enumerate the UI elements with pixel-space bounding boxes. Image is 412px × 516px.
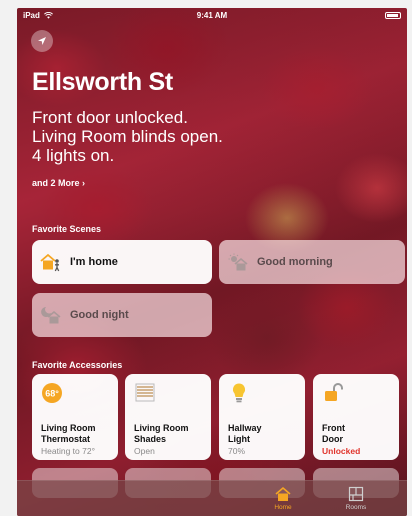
status-bar: iPad 9:41 AM: [17, 8, 407, 24]
accessory-name-line: Front: [322, 423, 345, 433]
accessory-state: Unlocked: [322, 446, 361, 456]
accessory-name-line: Living Room: [41, 423, 96, 433]
shades-icon: [135, 383, 155, 402]
accessory-name-line: Shades: [134, 434, 167, 444]
tab-label: Rooms: [345, 504, 367, 511]
accessory-state: 70%: [228, 446, 246, 456]
scene-label: I'm home: [70, 256, 118, 268]
rooms-tab-icon: [348, 486, 364, 502]
accessory-tile-front-door[interactable]: Front Door Unlocked: [313, 374, 399, 460]
accessory-name-line: Living Room: [134, 423, 189, 433]
location-arrow-icon: [38, 37, 46, 45]
summary-line: 4 lights on.: [32, 146, 115, 165]
accessory-name-line: Hallway: [228, 423, 262, 433]
tab-label: Home: [274, 504, 292, 511]
scene-label: Good night: [70, 309, 129, 321]
favorite-accessories-heading: Favorite Accessories: [32, 360, 123, 370]
accessory-name-line: Light: [228, 434, 250, 444]
status-time: 9:41 AM: [196, 11, 228, 20]
unlocked-padlock-icon: [325, 383, 343, 401]
scene-good-morning[interactable]: Good morning: [219, 240, 405, 284]
summary-line: Front door unlocked.: [32, 108, 188, 127]
home-app-screen: iPad 9:41 AM Ellsworth St Front door unl…: [17, 8, 407, 516]
accessory-tile-shades[interactable]: Living Room Shades Open: [125, 374, 211, 460]
accessory-name-line: Thermostat: [41, 434, 91, 444]
favorite-scenes-heading: Favorite Scenes: [32, 224, 102, 234]
scene-good-night[interactable]: Good night: [32, 293, 212, 337]
scene-label: Good morning: [257, 256, 333, 268]
accessory-state: Open: [134, 446, 155, 456]
status-right: [382, 11, 401, 20]
accessory-name: Living Room Shades: [134, 423, 203, 445]
sunrise-house-icon: [228, 253, 248, 271]
accessory-name: Hallway Light: [228, 423, 297, 445]
thermostat-icon: 68°: [42, 383, 62, 403]
accessory-tile-thermostat[interactable]: 68° Living Room Thermostat Heating to 72…: [32, 374, 118, 460]
scene-im-home[interactable]: I'm home: [32, 240, 212, 284]
tab-home[interactable]: Home: [253, 486, 313, 511]
accessory-name: Living Room Thermostat: [41, 423, 110, 445]
tab-rooms[interactable]: Rooms: [326, 486, 386, 511]
home-tab-icon: [275, 486, 291, 501]
location-button[interactable]: [31, 30, 53, 52]
thermostat-badge: 68°: [45, 389, 59, 399]
accessory-state: Heating to 72°: [41, 446, 95, 456]
lightbulb-icon: [232, 383, 246, 403]
more-status-link[interactable]: and 2 More ›: [32, 178, 85, 188]
battery-icon: [385, 12, 401, 20]
tab-bar: Home Rooms: [17, 480, 407, 516]
accessory-name: Front Door: [322, 423, 391, 445]
accessory-name-line: Door: [322, 434, 343, 444]
accessory-tile-hallway-light[interactable]: Hallway Light 70%: [219, 374, 305, 460]
home-person-icon: [40, 253, 60, 272]
home-title: Ellsworth St: [32, 68, 173, 96]
moon-house-icon: [41, 307, 61, 324]
home-status-summary: Front door unlocked. Living Room blinds …: [32, 108, 332, 165]
summary-line: Living Room blinds open.: [32, 127, 223, 146]
